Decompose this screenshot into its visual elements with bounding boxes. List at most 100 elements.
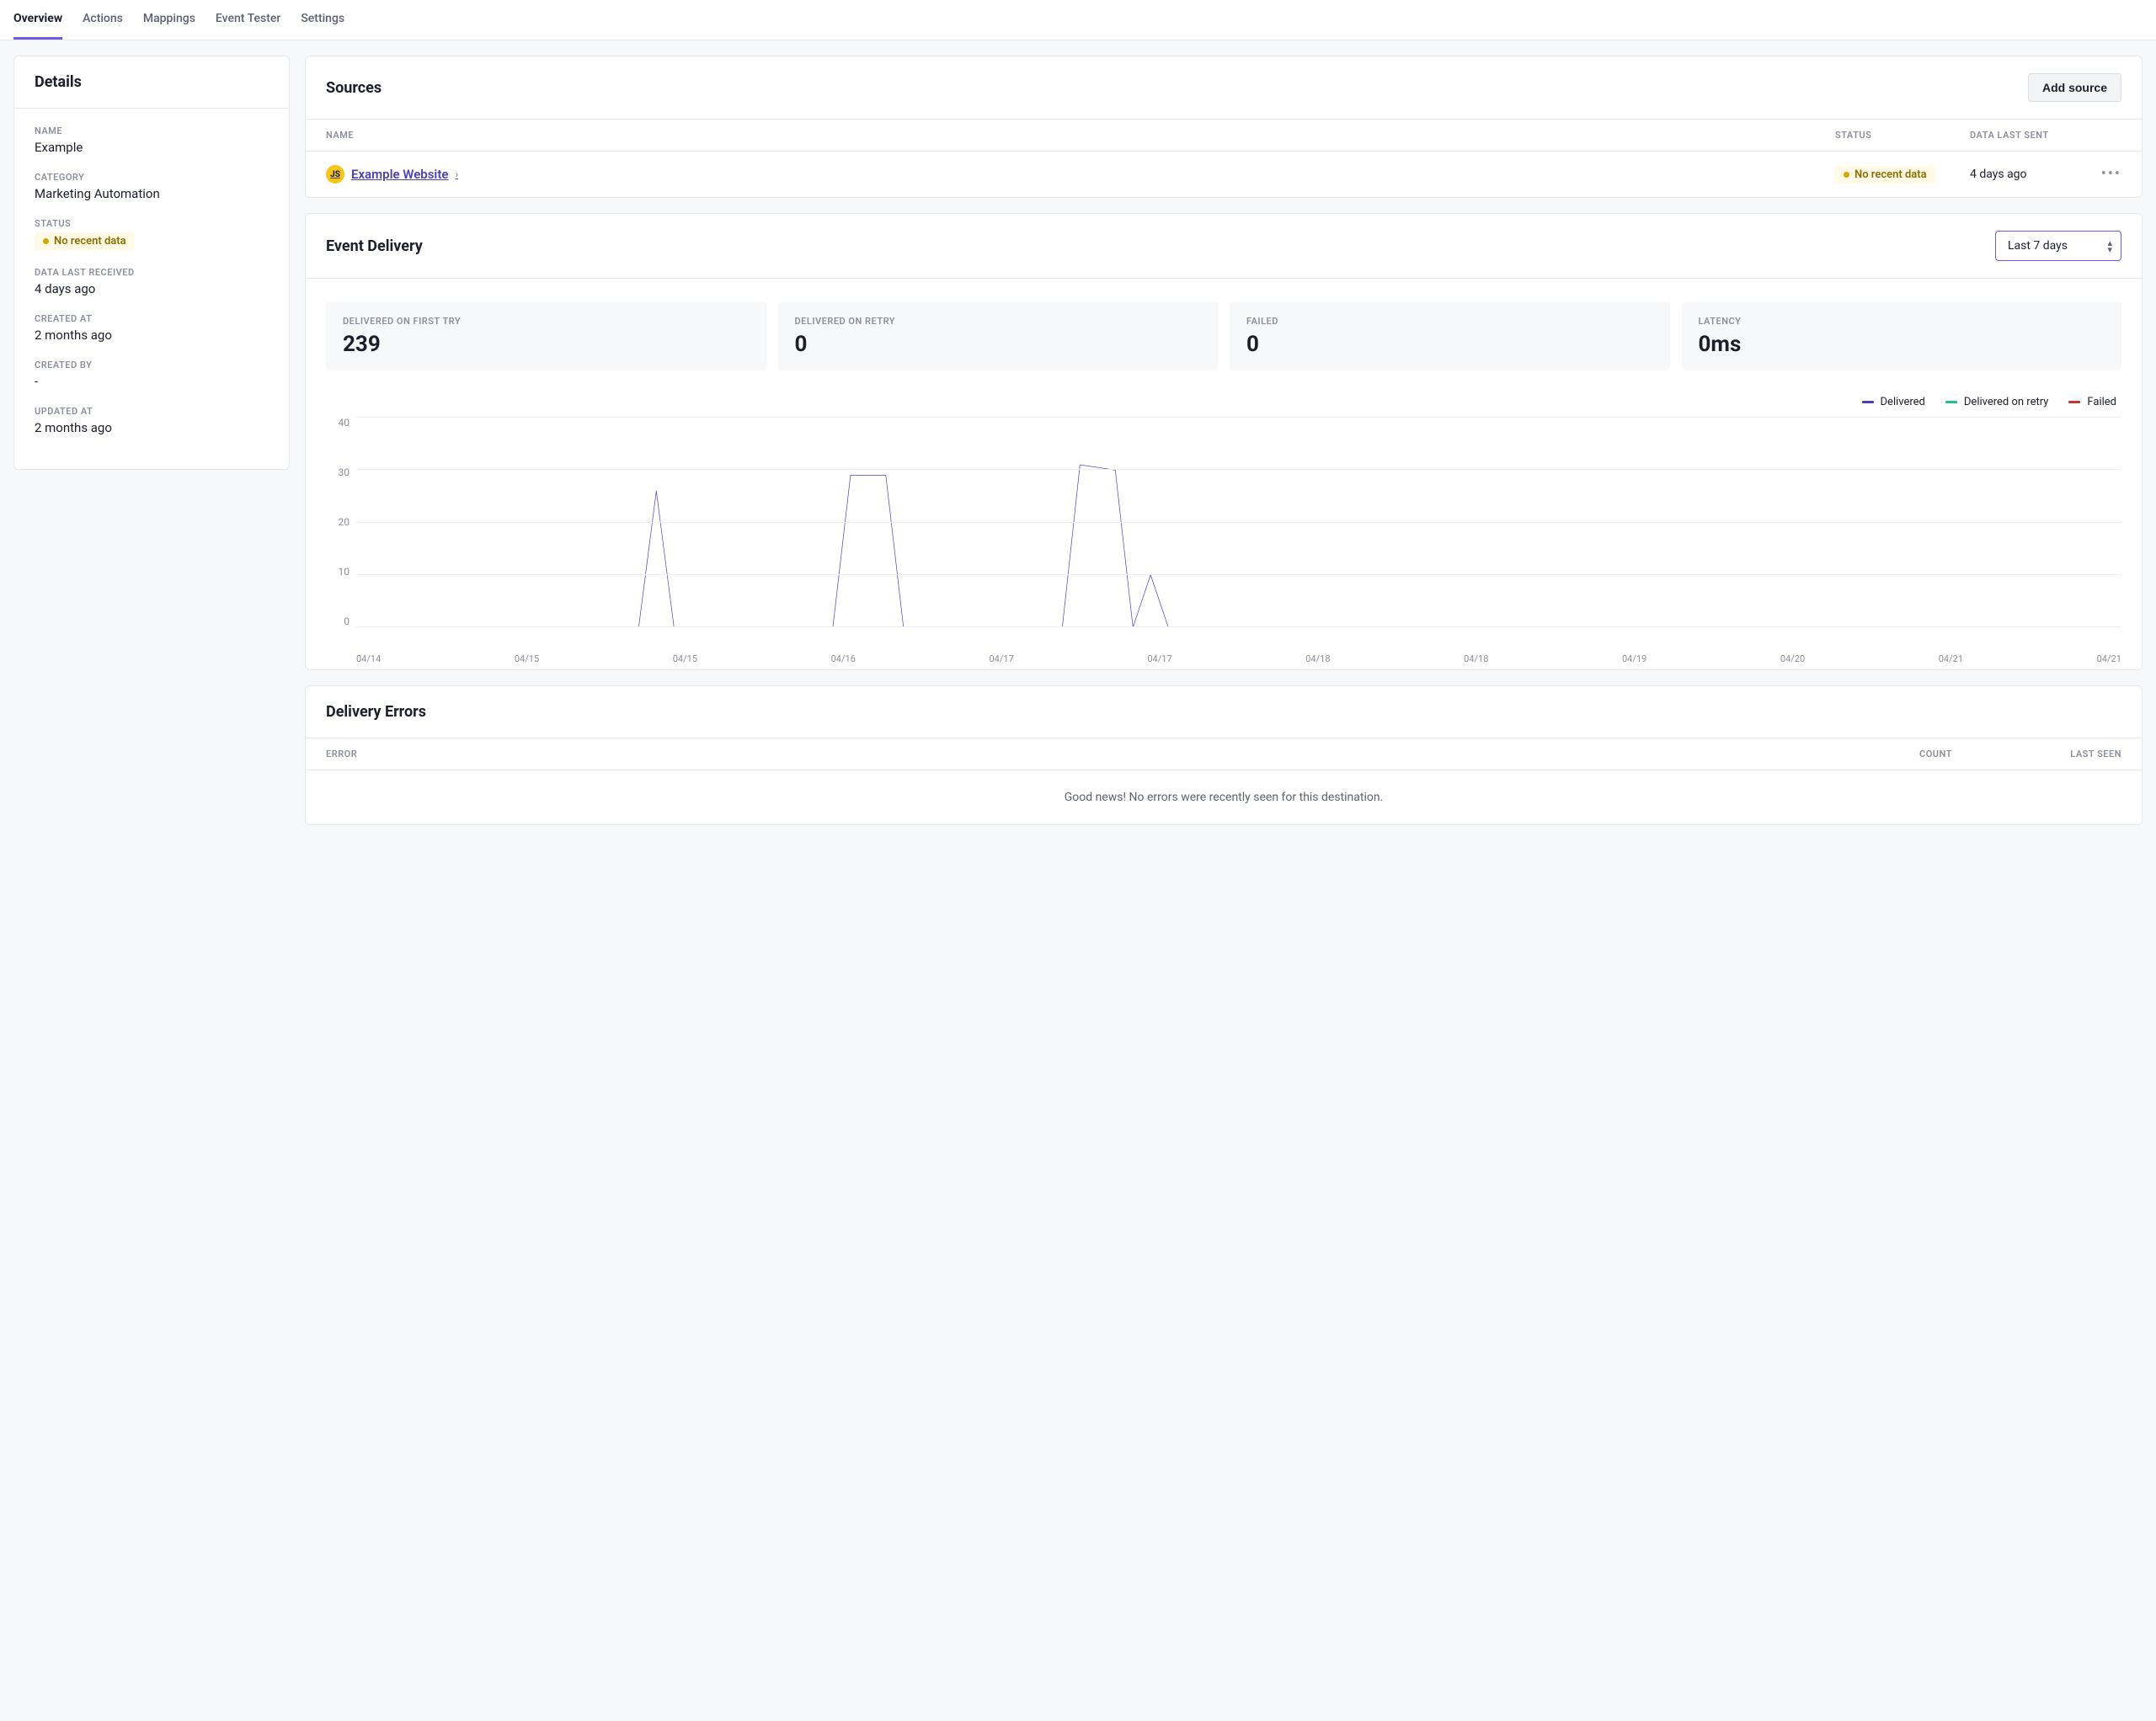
errors-empty-message: Good news! No errors were recently seen … xyxy=(306,770,2142,824)
sources-title: Sources xyxy=(326,79,382,97)
js-icon: JS xyxy=(326,165,344,184)
legend-label: Delivered on retry xyxy=(1964,396,2049,408)
tab-bar: Overview Actions Mappings Event Tester Setti… xyxy=(0,0,2156,40)
legend-label: Delivered xyxy=(1881,396,1925,408)
legend-item: Failed xyxy=(2068,396,2116,408)
chart-series-delivered xyxy=(356,465,2121,627)
source-link[interactable]: JS Example Website › xyxy=(326,165,458,184)
legend-swatch xyxy=(1945,401,1957,403)
col-header-last: DATA LAST SENT xyxy=(1970,130,2088,141)
tab-settings[interactable]: Settings xyxy=(301,0,344,40)
stat-value: 0ms xyxy=(1699,332,2105,357)
status-badge: No recent data xyxy=(35,232,135,250)
table-row: JS Example Website › No recent data 4 days a… xyxy=(306,152,2142,197)
detail-item: CREATED AT 2 months ago xyxy=(35,313,269,343)
source-name: Example Website xyxy=(351,167,448,182)
detail-value: 4 days ago xyxy=(35,281,269,296)
detail-item: STATUS No recent data xyxy=(35,218,269,250)
delivery-errors-card: Delivery Errors ERROR COUNT LAST SEEN Go… xyxy=(305,685,2143,825)
stat-value: 0 xyxy=(795,332,1202,357)
detail-label: CATEGORY xyxy=(35,172,269,183)
delivery-errors-title: Delivery Errors xyxy=(326,703,426,721)
detail-value: Marketing Automation xyxy=(35,186,269,201)
detail-item: UPDATED AT 2 months ago xyxy=(35,406,269,435)
col-header-count: COUNT xyxy=(1919,749,2020,759)
x-tick: 04/21 xyxy=(2097,653,2121,664)
legend-label: Failed xyxy=(2087,396,2116,408)
stat-box: DELIVERED ON RETRY 0 xyxy=(778,302,1219,370)
stat-label: LATENCY xyxy=(1699,316,2105,327)
stat-box: DELIVERED ON FIRST TRY 239 xyxy=(326,302,766,370)
x-tick: 04/15 xyxy=(515,653,539,664)
x-tick: 04/16 xyxy=(831,653,856,664)
event-delivery-card: Event Delivery Last 7 days ▴▾ DELIVERED … xyxy=(305,213,2143,670)
date-range-select[interactable]: Last 7 days ▴▾ xyxy=(1995,231,2121,261)
stat-label: FAILED xyxy=(1246,316,1653,327)
sources-card: Sources Add source NAME STATUS DATA LAST… xyxy=(305,56,2143,198)
data-last-sent: 4 days ago xyxy=(1970,168,2088,181)
sources-table-header: NAME STATUS DATA LAST SENT xyxy=(306,120,2142,152)
stat-label: DELIVERED ON RETRY xyxy=(795,316,1202,327)
detail-item: NAME Example xyxy=(35,125,269,155)
detail-label: STATUS xyxy=(35,218,269,229)
y-tick: 20 xyxy=(339,516,350,528)
x-tick: 04/21 xyxy=(1939,653,1963,664)
chevron-right-icon: › xyxy=(455,168,458,180)
grid-line xyxy=(356,626,2121,627)
legend-item: Delivered on retry xyxy=(1945,396,2049,408)
stat-value: 239 xyxy=(343,332,750,357)
detail-item: DATA LAST RECEIVED 4 days ago xyxy=(35,267,269,296)
select-caret-icon: ▴▾ xyxy=(2107,238,2112,254)
detail-item: CREATED BY - xyxy=(35,360,269,389)
y-tick: 0 xyxy=(344,615,350,627)
stat-box: FAILED 0 xyxy=(1230,302,1670,370)
grid-line xyxy=(356,469,2121,470)
x-tick: 04/18 xyxy=(1305,653,1330,664)
date-range-value: Last 7 days xyxy=(2008,239,2068,253)
detail-item: CATEGORY Marketing Automation xyxy=(35,172,269,201)
legend-item: Delivered xyxy=(1862,396,1925,408)
tab-actions[interactable]: Actions xyxy=(83,0,123,40)
x-tick: 04/19 xyxy=(1622,653,1646,664)
stat-box: LATENCY 0ms xyxy=(1682,302,2122,370)
detail-label: DATA LAST RECEIVED xyxy=(35,267,269,278)
detail-label: CREATED AT xyxy=(35,313,269,324)
row-actions-menu[interactable]: ••• xyxy=(2101,165,2121,183)
delivery-chart: 403020100 04/1404/1504/1504/1604/1704/17… xyxy=(326,417,2121,644)
tab-overview[interactable]: Overview xyxy=(13,0,62,40)
tab-mappings[interactable]: Mappings xyxy=(143,0,195,40)
details-card: Details NAME Example CATEGORY Marketing Aut… xyxy=(13,56,290,470)
col-header-lastseen: LAST SEEN xyxy=(2020,749,2121,759)
y-tick: 40 xyxy=(339,417,350,429)
add-source-button[interactable]: Add source xyxy=(2028,73,2121,102)
detail-value: - xyxy=(35,374,269,389)
tab-event-tester[interactable]: Event Tester xyxy=(216,0,280,40)
stat-label: DELIVERED ON FIRST TRY xyxy=(343,316,750,327)
x-tick: 04/15 xyxy=(673,653,697,664)
details-title: Details xyxy=(35,73,82,91)
col-header-name: NAME xyxy=(326,130,1835,141)
x-tick: 04/17 xyxy=(990,653,1014,664)
grid-line xyxy=(356,522,2121,523)
stat-value: 0 xyxy=(1246,332,1653,357)
legend-swatch xyxy=(2068,401,2080,403)
y-tick: 10 xyxy=(339,566,350,578)
detail-label: CREATED BY xyxy=(35,360,269,370)
x-tick: 04/17 xyxy=(1147,653,1171,664)
col-header-status: STATUS xyxy=(1835,130,1970,141)
detail-label: UPDATED AT xyxy=(35,406,269,417)
status-badge: No recent data xyxy=(1835,166,1935,184)
x-tick: 04/14 xyxy=(356,653,381,664)
grid-line xyxy=(356,574,2121,575)
detail-value: 2 months ago xyxy=(35,328,269,343)
detail-value: 2 months ago xyxy=(35,420,269,435)
x-tick: 04/18 xyxy=(1464,653,1488,664)
detail-label: NAME xyxy=(35,125,269,136)
col-header-error: ERROR xyxy=(326,749,1919,759)
y-tick: 30 xyxy=(339,466,350,478)
detail-value: Example xyxy=(35,140,269,155)
event-delivery-title: Event Delivery xyxy=(326,237,423,255)
legend-swatch xyxy=(1862,401,1874,403)
errors-table-header: ERROR COUNT LAST SEEN xyxy=(306,738,2142,770)
x-tick: 04/20 xyxy=(1780,653,1805,664)
